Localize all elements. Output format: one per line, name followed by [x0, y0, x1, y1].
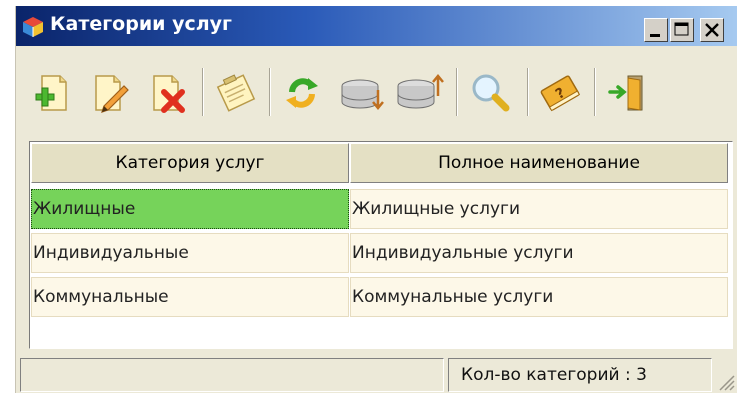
- help-book-icon: ?: [540, 75, 581, 112]
- categories-grid[interactable]: Категория услуг Полное наименование Жили…: [29, 141, 733, 349]
- close-icon: [705, 23, 719, 37]
- minimize-button[interactable]: [644, 18, 668, 42]
- column-header-category[interactable]: Категория услуг: [31, 143, 349, 183]
- refresh-icon: [286, 78, 318, 108]
- search-icon: [472, 74, 510, 112]
- title-bar[interactable]: Категории услуг: [16, 6, 737, 46]
- toolbar-separator: [527, 68, 529, 116]
- maximize-icon: [674, 22, 689, 36]
- help-button[interactable]: ?: [536, 70, 584, 116]
- add-icon: [35, 75, 67, 111]
- categories-window: Категории услуг ? Категория услуг Полное…: [15, 6, 737, 393]
- maximize-button[interactable]: [670, 18, 694, 42]
- import-button[interactable]: [336, 70, 384, 116]
- status-panel-empty: [20, 358, 444, 392]
- delete-button[interactable]: [144, 70, 192, 116]
- add-button[interactable]: [28, 70, 76, 116]
- grid-cell-full-name[interactable]: Индивидуальные услуги: [350, 233, 728, 273]
- grid-cell-category[interactable]: Коммунальные: [31, 277, 349, 317]
- db-import-icon: [341, 79, 384, 110]
- grid-cell-full-name[interactable]: Жилищные услуги: [350, 189, 728, 229]
- app-icon: [23, 17, 43, 37]
- exit-door-icon: [608, 75, 643, 111]
- refresh-button[interactable]: [278, 70, 326, 116]
- close-button[interactable]: [700, 18, 724, 42]
- grid-cell-category[interactable]: Индивидуальные: [31, 233, 349, 273]
- grid-cell-full-name[interactable]: Коммунальные услуги: [350, 277, 728, 317]
- toolbar-separator: [456, 68, 458, 116]
- toolbar-separator: [594, 68, 596, 116]
- status-bar: Кол-во категорий : 3: [16, 358, 737, 393]
- toolbar: ?: [16, 54, 737, 130]
- db-export-icon: [397, 74, 444, 109]
- export-button[interactable]: [394, 70, 444, 116]
- edit-icon: [95, 75, 129, 113]
- resize-grip-icon[interactable]: [716, 372, 736, 392]
- search-button[interactable]: [466, 70, 514, 116]
- exit-button[interactable]: [604, 70, 652, 116]
- category-count-label: Кол-во категорий : 3: [461, 365, 647, 385]
- column-header-full-name[interactable]: Полное наименование: [350, 143, 728, 183]
- status-panel-count: Кол-во категорий : 3: [448, 358, 712, 392]
- edit-button[interactable]: [86, 70, 134, 116]
- window-title: Категории услуг: [50, 13, 232, 35]
- notes-button[interactable]: [212, 70, 260, 116]
- notepad-icon: [216, 74, 256, 112]
- grid-cell-category[interactable]: Жилищные: [31, 189, 349, 229]
- toolbar-separator: [269, 68, 271, 116]
- toolbar-separator: [202, 68, 204, 116]
- minimize-icon: [650, 34, 660, 37]
- delete-icon: [153, 75, 185, 113]
